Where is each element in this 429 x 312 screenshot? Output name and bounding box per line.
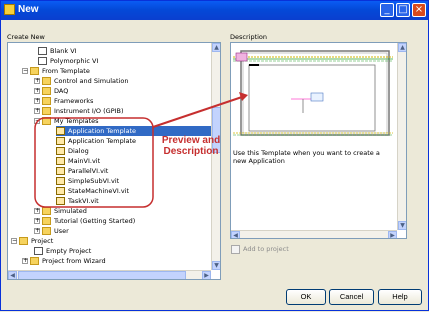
window-title: New <box>18 4 39 15</box>
folder-icon <box>19 237 28 245</box>
scroll-left-icon[interactable]: ◀ <box>231 231 240 238</box>
template-icon <box>56 127 65 135</box>
project-icon <box>34 247 43 255</box>
ok-button[interactable]: OK <box>286 289 326 305</box>
template-icon <box>56 137 65 145</box>
preview-vertical-scrollbar[interactable]: ▲ ▼ <box>397 43 406 230</box>
new-dialog: New _ □ × Create New Description Blank V… <box>0 0 429 311</box>
folder-icon <box>30 257 39 265</box>
folder-icon <box>42 227 51 235</box>
close-button[interactable]: × <box>412 3 426 17</box>
template-icon <box>56 167 65 175</box>
vi-icon <box>38 47 47 55</box>
template-icon <box>56 187 65 195</box>
preview-horizontal-scrollbar[interactable]: ◀ ▶ <box>231 230 397 238</box>
collapse-icon[interactable]: − <box>34 118 40 124</box>
template-icon <box>56 147 65 155</box>
scroll-thumb-horizontal[interactable] <box>18 271 186 279</box>
create-new-label: Create New <box>7 33 45 41</box>
scroll-right-icon[interactable]: ▶ <box>202 271 211 279</box>
collapse-icon[interactable]: − <box>22 68 28 74</box>
description-label: Description <box>230 33 268 41</box>
expand-icon[interactable]: + <box>34 108 40 114</box>
minimize-button[interactable]: _ <box>380 3 394 17</box>
title-bar[interactable]: New _ □ × <box>1 1 428 20</box>
callout-line-1: Preview and <box>161 135 221 146</box>
folder-icon <box>30 67 39 75</box>
expand-icon[interactable]: + <box>34 208 40 214</box>
labview-app-icon <box>4 4 15 15</box>
expand-icon[interactable]: + <box>34 88 40 94</box>
expand-icon[interactable]: + <box>34 218 40 224</box>
scroll-right-icon[interactable]: ▶ <box>388 231 397 238</box>
template-icon <box>56 157 65 165</box>
scroll-up-icon[interactable]: ▲ <box>398 43 406 52</box>
folder-icon <box>42 107 51 115</box>
folder-icon <box>42 77 51 85</box>
add-to-project-label: Add to project <box>243 245 289 253</box>
folder-icon <box>42 217 51 225</box>
scroll-left-icon[interactable]: ◀ <box>8 271 17 279</box>
annotation-callout: Preview and Description <box>157 135 225 157</box>
tree-horizontal-scrollbar[interactable]: ◀ ▶ <box>8 270 211 279</box>
expand-icon[interactable]: + <box>34 228 40 234</box>
block-diagram-preview <box>231 43 396 141</box>
scroll-down-icon[interactable]: ▼ <box>212 261 220 270</box>
cancel-button[interactable]: Cancel <box>329 289 374 305</box>
scroll-up-icon[interactable]: ▲ <box>212 43 220 52</box>
folder-icon <box>42 117 51 125</box>
folder-icon <box>42 207 51 215</box>
collapse-icon[interactable]: − <box>11 238 17 244</box>
template-icon <box>56 177 65 185</box>
preview-description-panel: ▲ ▼ ◀ ▶ Use this Template when you want … <box>230 42 407 239</box>
scroll-down-icon[interactable]: ▼ <box>398 221 406 230</box>
vi-icon <box>38 57 47 65</box>
template-icon <box>56 197 65 205</box>
create-new-tree[interactable]: Blank VI Polymorphic VI − From Template … <box>7 42 221 280</box>
expand-icon[interactable]: + <box>34 98 40 104</box>
description-text: Use this Template when you want to creat… <box>233 149 380 165</box>
expand-icon[interactable]: + <box>22 258 28 264</box>
help-button[interactable]: Help <box>378 289 422 305</box>
folder-icon <box>42 87 51 95</box>
add-to-project-checkbox[interactable] <box>231 245 240 254</box>
expand-icon[interactable]: + <box>34 78 40 84</box>
callout-line-2: Description <box>163 146 219 157</box>
maximize-button[interactable]: □ <box>396 3 410 17</box>
folder-icon <box>42 97 51 105</box>
